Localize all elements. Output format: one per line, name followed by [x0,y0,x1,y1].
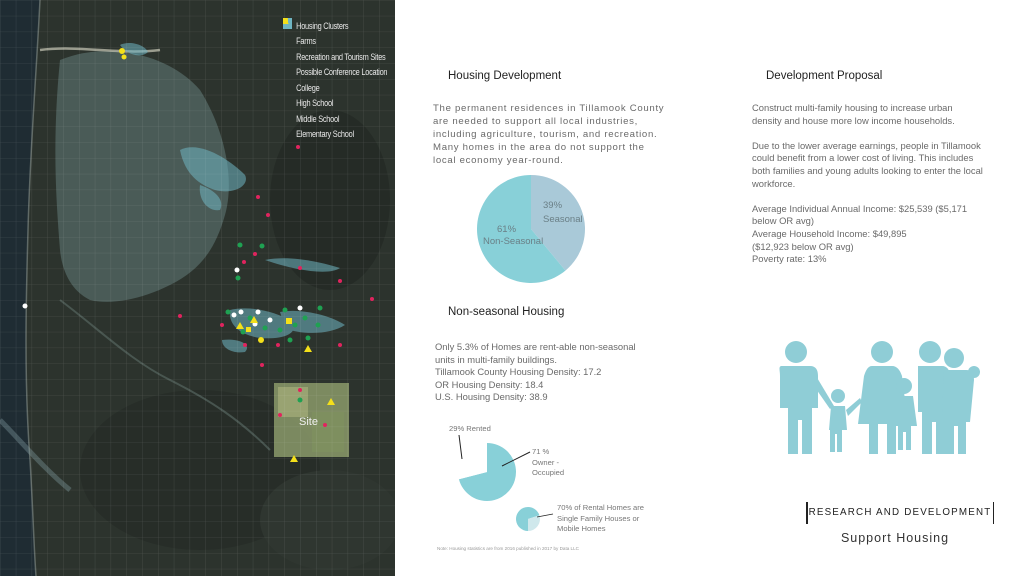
legend-label: Middle School [296,113,340,124]
text-line: The permanent residences in Tillamook Co… [433,103,665,114]
research-development-banner: RESEARCH AND DEVELOPMENT [806,502,994,524]
text-line: Poverty rate: 13% [752,253,827,265]
housing-development-title: Housing Development [448,70,562,82]
legend-label: Recreation and Tourism Sites [296,51,386,62]
rental-type-label: 70% of Rental Homes are Single Family Ho… [557,503,644,535]
legend-item: Farms [283,18,387,50]
source-note: Note: Housing statistics are from 2016 p… [437,546,579,551]
owner-label: 71 % Owner - Occupied [532,447,564,479]
satellite-map[interactable]: Housing Clusters Farms Recreation and Tour… [0,0,395,576]
legend-item: Recreation and Tourism Sites [283,18,387,65]
text-line: Owner - [532,457,560,467]
development-proposal-title: Development Proposal [766,70,883,82]
non-seasonal-slice-label: 61% Non-Seasonal [483,224,543,248]
legend-label: Housing Clusters [296,20,349,31]
slice-name: Seasonal [543,214,583,225]
rented-leader-line [458,434,463,460]
map-legend: Housing Clusters Farms Recreation and Tour… [283,18,388,143]
slice-name: Non-Seasonal [483,236,544,247]
right-bracket [992,502,994,524]
text-line: both families and young adults looking t… [752,164,983,176]
text-line: are needed to support all local industri… [433,116,639,127]
text-line: Only 5.3% of Homes are rent-able non-sea… [435,341,636,352]
text-line: local economy year-round. [433,155,564,166]
non-seasonal-text: Only 5.3% of Homes are rent-able non-sea… [435,341,636,404]
legend-item: Middle School [283,18,387,127]
legend-label: College [296,82,320,93]
legend-item: College [283,80,387,96]
rental-type-pie-chart [516,507,554,531]
text-line [752,190,983,203]
legend-item: High School [283,18,387,112]
text-line: Many homes in the area do not support th… [433,142,645,153]
legend-item: Possible Conference Location [283,18,388,81]
text-line: 70% of Rental Homes are [557,503,644,512]
site-label: Site [299,416,318,428]
text-line: density and house more low income househ… [752,114,955,126]
text-line: Construct multi-family housing to increa… [752,102,953,113]
family-figures [779,341,980,454]
text-line: including agriculture, tourism, and recr… [433,129,658,140]
non-seasonal-title: Non-seasonal Housing [448,306,565,318]
legend-item: Elementary School [283,18,387,143]
text-line: units in multi-family buildings. [435,353,557,365]
family-icon [779,341,980,454]
legend-label: Farms [296,36,316,47]
legend-item: Housing Clusters [283,18,387,34]
text-line: Tillamook County Housing Density: 17.2 [435,366,602,378]
text-line: Mobile Homes [557,524,606,533]
text-line: ($12,923 below OR avg) [752,240,854,252]
housing-development-text: The permanent residences in Tillamook Co… [433,102,664,167]
legend-label: Possible Conference Location [296,67,388,78]
development-proposal-text: Construct multi-family housing to increa… [752,102,983,266]
text-line: Average Household Income: $49,895 [752,227,907,239]
text-line: Single Family Houses or [557,513,640,523]
seasonal-slice-label: 39% Seasonal [543,200,583,226]
text-line: below OR avg) [752,215,815,227]
banner-subtitle: Support Housing [840,531,950,545]
legend-label: Elementary School [296,129,354,140]
text-line: OR Housing Density: 18.4 [435,378,544,390]
text-line: 71 % [532,447,550,456]
text-line: could benefit from a lower cost of livin… [752,152,974,164]
text-line [752,127,983,140]
text-line: workforce. [752,177,796,189]
pct-label: 61% [497,224,517,235]
text-line: Occupied [532,468,565,477]
text-line: Due to the lower average earnings, peopl… [752,139,981,151]
text-line: U.S. Housing Density: 38.9 [435,391,548,403]
banner-title: RESEARCH AND DEVELOPMENT [808,507,992,518]
text-line: Average Individual Annual Income: $25,53… [752,202,968,214]
legend-label: High School [296,98,334,109]
pct-label: 39% [543,200,563,211]
